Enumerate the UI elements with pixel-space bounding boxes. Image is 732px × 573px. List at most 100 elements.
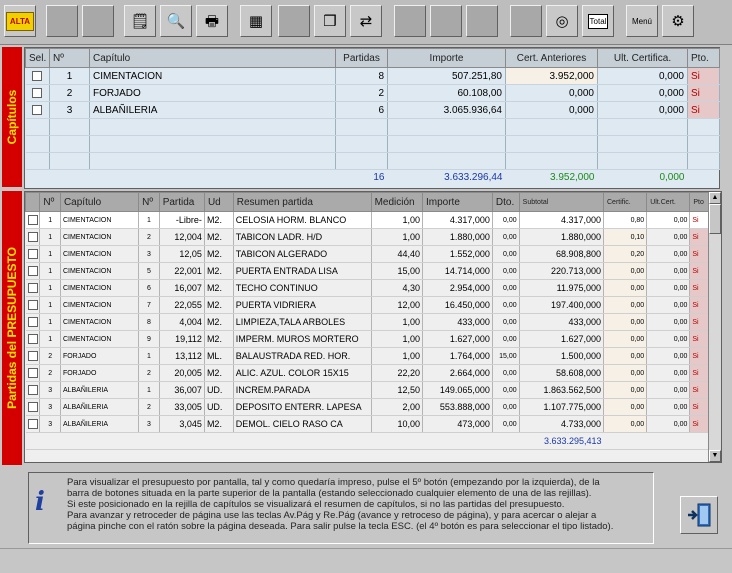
scroll-up-arrow[interactable]: ▲ bbox=[709, 192, 721, 204]
pres-cell-resumen[interactable]: INCREM.PARADA bbox=[233, 381, 372, 399]
pres-cell-ud[interactable]: ML. bbox=[204, 347, 234, 365]
pres-cell-partida[interactable]: 22,055 bbox=[159, 296, 205, 314]
partida-row[interactable]: 1 CIMENTACION 8 4,004 M2. LIMPIEZA,TALA ARBOL… bbox=[25, 313, 709, 331]
pres-cell-n[interactable]: 3 bbox=[138, 245, 160, 263]
pres-cell-certific[interactable]: 0,80 bbox=[603, 211, 648, 229]
sel-cell[interactable] bbox=[25, 398, 41, 416]
row-select-checkbox[interactable] bbox=[27, 266, 38, 277]
partida-row[interactable]: 1 CIMENTACION 3 12,05 M2. TABICON ALGERADO 44,… bbox=[25, 245, 709, 263]
pres-col-header[interactable]: Capítulo bbox=[59, 192, 140, 212]
pres-cell-ult[interactable]: 0,00 bbox=[646, 228, 691, 246]
row-select-checkbox[interactable] bbox=[27, 283, 38, 294]
pres-cell-dto[interactable]: 0,00 bbox=[492, 398, 520, 416]
sel-cell[interactable] bbox=[25, 262, 41, 280]
pres-cell-partida[interactable]: 19,112 bbox=[159, 330, 205, 348]
sel-cell[interactable] bbox=[25, 347, 41, 365]
pres-col-header[interactable]: Partida bbox=[158, 192, 205, 212]
sel-cell[interactable] bbox=[25, 84, 50, 102]
partida-row[interactable]: 3 ALBAÑILERIA 3 3,045 M2. DEMOL. CIELO RASO C… bbox=[25, 415, 709, 433]
pres-cell-certific[interactable]: 0,00 bbox=[603, 313, 648, 331]
pres-cell-pto[interactable]: Si bbox=[689, 415, 709, 433]
cap-cell-pto[interactable]: Si bbox=[687, 101, 720, 119]
pres-cell-subtotal[interactable]: 1.500,000 bbox=[519, 347, 605, 365]
pres-cell-n[interactable]: 1 bbox=[138, 381, 160, 399]
pres-cell-n[interactable]: 2 bbox=[138, 364, 160, 382]
pres-cell-capitulo[interactable]: CIMENTACION bbox=[60, 313, 140, 331]
pres-cell-capitulo[interactable]: FORJADO bbox=[60, 347, 140, 365]
sel-cell[interactable] bbox=[25, 279, 41, 297]
pres-cell-ud[interactable]: M2. bbox=[204, 296, 234, 314]
pres-col-header[interactable]: Certific. bbox=[602, 192, 648, 212]
pres-cell-pto[interactable]: Si bbox=[689, 398, 709, 416]
cap-cell-cert_ant[interactable]: 3.952,000 bbox=[505, 67, 598, 85]
capitulo-row[interactable]: 3 ALBAÑILERIA 6 3.065.936,64 0,000 0,000 Si bbox=[25, 101, 720, 119]
pres-cell-capitulo[interactable]: CIMENTACION bbox=[60, 211, 140, 229]
sel-cell[interactable] bbox=[25, 296, 41, 314]
pres-cell-cn[interactable]: 1 bbox=[39, 245, 61, 263]
cap-cell-cert_ant[interactable]: 0,000 bbox=[505, 84, 598, 102]
sel-cell[interactable] bbox=[25, 364, 41, 382]
pres-cell-importe[interactable]: 433,000 bbox=[422, 313, 493, 331]
cap-cell-ult_cert[interactable]: 0,000 bbox=[597, 67, 688, 85]
pres-cell-cn[interactable]: 1 bbox=[39, 313, 61, 331]
pres-cell-n[interactable]: 5 bbox=[138, 262, 160, 280]
preview-button[interactable]: 🔍 bbox=[160, 5, 192, 37]
pres-col-header[interactable]: Nº bbox=[39, 192, 61, 212]
pres-cell-subtotal[interactable]: 1.880,000 bbox=[519, 228, 605, 246]
row-select-checkbox[interactable] bbox=[27, 385, 38, 396]
cap-cell-capitulo[interactable]: ALBAÑILERIA bbox=[89, 101, 336, 119]
pres-cell-capitulo[interactable]: ALBAÑILERIA bbox=[60, 415, 140, 433]
pres-cell-pto[interactable]: Si bbox=[689, 381, 709, 399]
sel-cell[interactable] bbox=[25, 211, 41, 229]
pres-cell-ult[interactable]: 0,00 bbox=[646, 262, 691, 280]
pres-cell-n[interactable]: 2 bbox=[138, 398, 160, 416]
pres-col-header[interactable]: Pto bbox=[689, 192, 709, 212]
pres-cell-subtotal[interactable]: 220.713,000 bbox=[519, 262, 605, 280]
cap-col-header[interactable]: Cert. Anteriores bbox=[505, 48, 598, 68]
cap-cell-ult_cert[interactable]: 0,000 bbox=[597, 101, 688, 119]
pres-cell-subtotal[interactable]: 58.608,000 bbox=[519, 364, 605, 382]
pres-cell-ud[interactable]: M2. bbox=[204, 279, 234, 297]
pres-col-header[interactable]: Importe bbox=[421, 192, 493, 212]
pres-cell-resumen[interactable]: CELOSIA HORM. BLANCO bbox=[233, 211, 372, 229]
row-select-checkbox[interactable] bbox=[27, 368, 38, 379]
cap-cell-n[interactable]: 1 bbox=[49, 67, 90, 85]
pres-cell-importe[interactable]: 4.317,000 bbox=[422, 211, 493, 229]
cap-col-header[interactable]: Capítulo bbox=[89, 48, 336, 68]
capitulos-grid[interactable]: Sel. Nº Capítulo Partidas Importe Cert. Anter… bbox=[24, 47, 720, 189]
pres-cell-n[interactable]: 8 bbox=[138, 313, 160, 331]
pres-cell-cn[interactable]: 1 bbox=[39, 262, 61, 280]
pres-cell-pto[interactable]: Si bbox=[689, 228, 709, 246]
cap-cell-partidas[interactable]: 8 bbox=[335, 67, 388, 85]
pres-cell-importe[interactable]: 149.065,000 bbox=[422, 381, 493, 399]
pres-cell-medicion[interactable]: 1,00 bbox=[371, 330, 423, 348]
pres-cell-ult[interactable]: 0,00 bbox=[646, 330, 691, 348]
pres-cell-resumen[interactable]: TECHO CONTINUO bbox=[233, 279, 372, 297]
pres-cell-partida[interactable]: 12,05 bbox=[159, 245, 205, 263]
capitulo-row[interactable]: 1 CIMENTACION 8 507.251,80 3.952,000 0,000 Si bbox=[25, 67, 720, 85]
pres-cell-capitulo[interactable]: CIMENTACION bbox=[60, 262, 140, 280]
row-select-checkbox[interactable] bbox=[32, 87, 43, 98]
pres-cell-pto[interactable]: Si bbox=[689, 364, 709, 382]
pres-cell-medicion[interactable]: 12,00 bbox=[371, 296, 423, 314]
settings-button[interactable]: ⚙ bbox=[662, 5, 694, 37]
row-select-checkbox[interactable] bbox=[27, 232, 38, 243]
pres-cell-partida[interactable]: 13,112 bbox=[159, 347, 205, 365]
pres-cell-partida[interactable]: 33,005 bbox=[159, 398, 205, 416]
partida-row[interactable]: 1 CIMENTACION 1 -Libre- M2. CELOSIA HORM. BLA… bbox=[25, 211, 709, 229]
pres-col-header[interactable]: Resumen partida bbox=[232, 192, 372, 212]
row-select-checkbox[interactable] bbox=[27, 215, 38, 226]
exit-button[interactable] bbox=[680, 496, 718, 534]
pres-cell-resumen[interactable]: BALAUSTRADA RED. HOR. bbox=[233, 347, 372, 365]
row-select-checkbox[interactable] bbox=[32, 70, 43, 81]
pres-cell-resumen[interactable]: TABICON LADR. H/D bbox=[233, 228, 372, 246]
pres-cell-capitulo[interactable]: CIMENTACION bbox=[60, 245, 140, 263]
pres-cell-certific[interactable]: 0,00 bbox=[603, 279, 648, 297]
partida-row[interactable]: 3 ALBAÑILERIA 2 33,005 UD. DEPOSITO ENTERR. L… bbox=[25, 398, 709, 416]
pres-cell-certific[interactable]: 0,00 bbox=[603, 398, 648, 416]
pres-col-header[interactable]: Medición bbox=[370, 192, 423, 212]
pres-col-header[interactable]: Subtotal bbox=[518, 192, 605, 212]
pres-cell-cn[interactable]: 1 bbox=[39, 296, 61, 314]
pres-cell-partida[interactable]: 36,007 bbox=[159, 381, 205, 399]
blank-button-1[interactable] bbox=[46, 5, 78, 37]
